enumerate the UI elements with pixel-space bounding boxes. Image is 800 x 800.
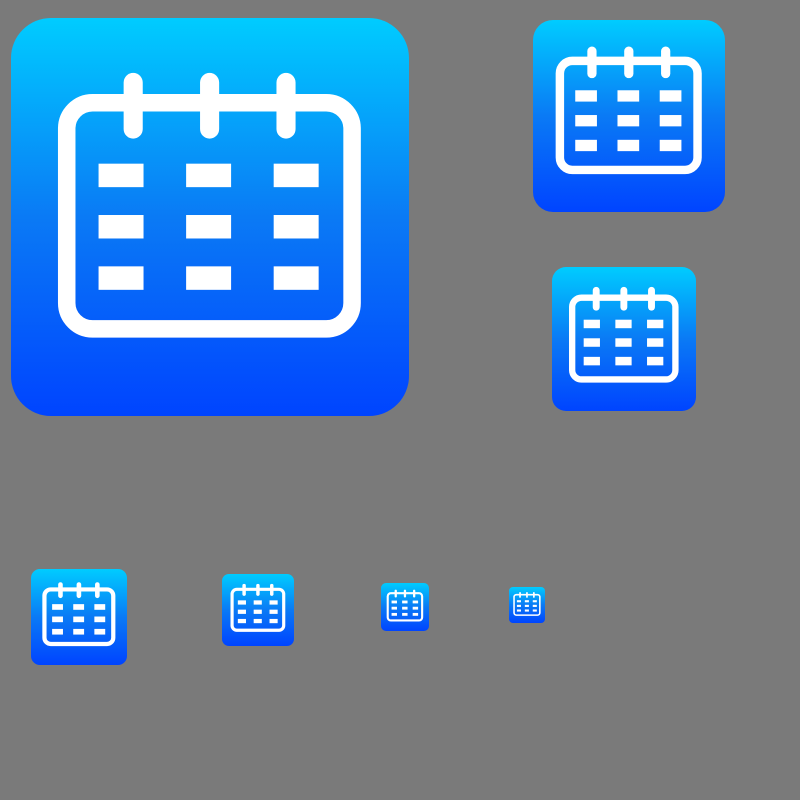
calendar-date-cell bbox=[273, 266, 319, 290]
calendar-date-cell bbox=[615, 319, 632, 329]
calendar-date-cell bbox=[583, 319, 600, 329]
calendar-date-cell bbox=[647, 338, 664, 347]
calendar-date-cell bbox=[524, 609, 529, 612]
calendar-date-cell bbox=[186, 215, 232, 239]
calendar-date-cell bbox=[98, 266, 144, 290]
calendar-date-cell bbox=[186, 266, 232, 290]
calendar-date-cell bbox=[391, 612, 397, 616]
calendar-date-cell bbox=[73, 604, 85, 610]
calendar-app-icon-s2[interactable] bbox=[222, 574, 294, 646]
calendar-icon bbox=[230, 583, 286, 632]
calendar-date-cell bbox=[575, 90, 597, 102]
calendar-app-icon-m[interactable] bbox=[552, 267, 696, 411]
calendar-date-cell bbox=[52, 604, 63, 610]
calendar-date-cell bbox=[412, 612, 419, 616]
calendar-date-cell bbox=[583, 338, 600, 347]
calendar-date-cell bbox=[524, 604, 529, 607]
calendar-date-cell bbox=[237, 618, 246, 624]
calendar-app-icon-s4[interactable] bbox=[509, 587, 545, 623]
calendar-date-cell bbox=[269, 609, 278, 614]
calendar-date-cell bbox=[402, 606, 408, 610]
calendar-date-cell bbox=[532, 604, 537, 607]
calendar-date-cell bbox=[273, 163, 319, 188]
calendar-date-cell bbox=[186, 163, 232, 188]
calendar-date-cell bbox=[617, 115, 640, 127]
calendar-icon bbox=[568, 286, 679, 383]
calendar-date-cell bbox=[73, 616, 85, 623]
calendar-date-cell bbox=[575, 139, 597, 152]
calendar-app-icon-s1[interactable] bbox=[31, 569, 127, 665]
calendar-date-cell bbox=[659, 115, 682, 127]
calendar-date-cell bbox=[94, 628, 106, 635]
calendar-date-cell bbox=[524, 600, 529, 603]
calendar-date-cell bbox=[617, 139, 640, 152]
calendar-date-cell bbox=[98, 163, 144, 188]
calendar-date-cell bbox=[253, 600, 262, 605]
calendar-date-cell bbox=[237, 600, 246, 605]
calendar-app-icon-s3[interactable] bbox=[381, 583, 429, 631]
calendar-date-cell bbox=[94, 616, 106, 623]
calendar-date-cell bbox=[659, 139, 682, 152]
calendar-date-cell bbox=[647, 356, 664, 366]
calendar-date-cell bbox=[615, 338, 632, 347]
calendar-date-cell bbox=[269, 618, 278, 624]
calendar-date-cell bbox=[273, 215, 319, 239]
calendar-date-cell bbox=[575, 115, 597, 127]
calendar-date-cell bbox=[98, 215, 144, 239]
calendar-icon bbox=[513, 591, 541, 616]
calendar-date-cell bbox=[412, 600, 419, 604]
calendar-date-cell bbox=[516, 604, 521, 607]
calendar-date-cell bbox=[516, 609, 521, 612]
calendar-date-cell bbox=[391, 600, 397, 604]
calendar-app-icon-l[interactable] bbox=[533, 20, 725, 212]
calendar-icon bbox=[42, 582, 116, 647]
calendar-date-cell bbox=[659, 90, 682, 102]
calendar-date-cell bbox=[253, 618, 262, 624]
calendar-date-cell bbox=[269, 600, 278, 605]
calendar-date-cell bbox=[412, 606, 419, 610]
calendar-date-cell bbox=[516, 600, 521, 603]
calendar-date-cell bbox=[73, 628, 85, 635]
calendar-date-cell bbox=[583, 356, 600, 366]
calendar-date-cell bbox=[52, 628, 63, 635]
calendar-date-cell bbox=[615, 356, 632, 366]
calendar-date-cell bbox=[402, 600, 408, 604]
calendar-date-cell bbox=[253, 609, 262, 614]
calendar-icon bbox=[386, 589, 424, 622]
calendar-date-cell bbox=[52, 616, 63, 623]
calendar-date-cell bbox=[647, 319, 664, 329]
calendar-date-cell bbox=[391, 606, 397, 610]
calendar-icon bbox=[57, 72, 361, 338]
calendar-app-icon-xl[interactable] bbox=[11, 18, 409, 416]
calendar-icon bbox=[555, 46, 702, 175]
calendar-date-cell bbox=[532, 600, 537, 603]
calendar-date-cell bbox=[532, 609, 537, 612]
calendar-date-cell bbox=[94, 604, 106, 610]
calendar-date-cell bbox=[617, 90, 640, 102]
calendar-date-cell bbox=[402, 612, 408, 616]
calendar-date-cell bbox=[237, 609, 246, 614]
